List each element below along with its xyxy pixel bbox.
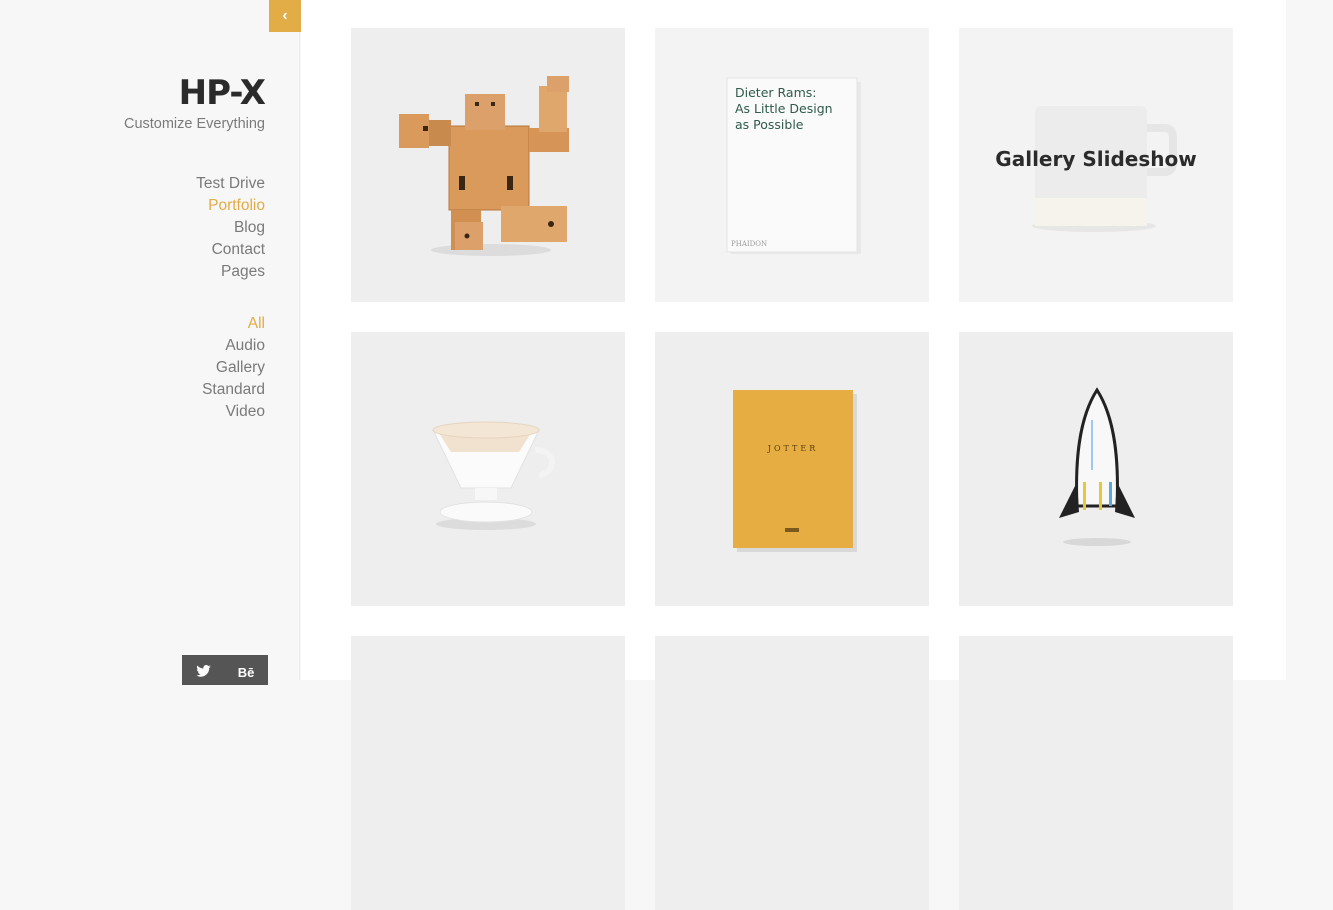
book-image — [726, 77, 861, 254]
portfolio-item-8[interactable] — [655, 636, 929, 910]
nav-item-blog[interactable]: Blog — [196, 217, 265, 239]
portfolio-item-gallery-slideshow[interactable]: Gallery Slideshow — [959, 28, 1233, 302]
nav-item-portfolio[interactable]: Portfolio — [196, 195, 265, 217]
twitter-link[interactable] — [195, 665, 211, 677]
main-nav: Test Drive Portfolio Blog Contact Pages — [196, 173, 265, 283]
book-title-text: Dieter Rams: As Little Design as Possibl… — [735, 85, 833, 132]
notebook-cover-text: JOTTER — [767, 444, 819, 453]
filter-audio[interactable]: Audio — [202, 335, 265, 357]
filter-all[interactable]: All — [202, 313, 265, 335]
portfolio-filter: All Audio Gallery Standard Video — [202, 313, 265, 423]
behance-link[interactable]: Bē — [238, 665, 255, 680]
rocket-image — [1059, 387, 1135, 546]
site-title[interactable]: HP-X — [124, 72, 266, 114]
portfolio-item-wooden-robot[interactable] — [351, 28, 625, 302]
social-links: Bē — [182, 655, 268, 685]
filter-standard[interactable]: Standard — [202, 379, 265, 401]
item-overlay-title: Gallery Slideshow — [995, 147, 1197, 171]
chevron-left-icon: ‹ — [282, 7, 288, 24]
coffee-dripper-image — [432, 421, 555, 530]
nav-item-test-drive[interactable]: Test Drive — [196, 173, 265, 195]
wooden-robot-image — [399, 76, 569, 256]
sidebar: ‹ HP-X Customize Everything Test Drive P… — [0, 0, 301, 685]
twitter-icon — [195, 665, 211, 677]
brand[interactable]: HP-X Customize Everything — [123, 72, 266, 132]
portfolio-item-9[interactable] — [959, 636, 1233, 910]
portfolio-item-coffee-dripper[interactable] — [351, 332, 625, 606]
portfolio-item-rocket[interactable] — [959, 332, 1233, 606]
filter-video[interactable]: Video — [202, 401, 265, 423]
nav-item-contact[interactable]: Contact — [196, 239, 265, 261]
portfolio-item-7[interactable] — [351, 636, 625, 910]
right-gutter — [1286, 0, 1333, 680]
collapse-sidebar-button[interactable]: ‹ — [269, 0, 301, 32]
book-publisher-text: PHAIDON — [731, 240, 768, 248]
portfolio-grid: Dieter Rams: As Little Design as Possibl… — [301, 0, 1286, 910]
nav-item-pages[interactable]: Pages — [196, 261, 265, 283]
site-tagline: Customize Everything — [123, 116, 265, 132]
portfolio-item-jotter-notebook[interactable]: JOTTER — [655, 332, 929, 606]
notebook-image — [733, 390, 857, 552]
portfolio-item-dieter-rams-book[interactable]: Dieter Rams: As Little Design as Possibl… — [655, 28, 929, 302]
filter-gallery[interactable]: Gallery — [202, 357, 265, 379]
